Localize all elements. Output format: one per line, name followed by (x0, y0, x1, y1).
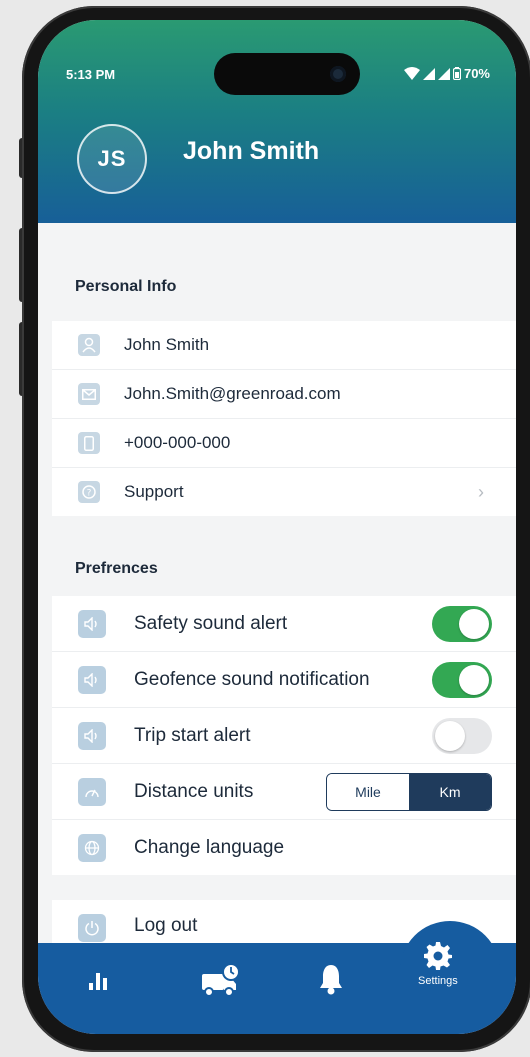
app-screen: 5:13 PM 70% JS John Smith Personal Info … (38, 20, 516, 1034)
personal-info-card: John Smith John.Smith@greenroad.com +000… (52, 321, 516, 516)
speaker-icon (78, 609, 106, 638)
pref-row-geofence-sound: Geofence sound notification (52, 652, 516, 708)
profile-header: 5:13 PM 70% JS John Smith (38, 20, 516, 223)
status-time: 5:13 PM (66, 67, 116, 82)
profile-name: John Smith (183, 137, 320, 165)
bottom-nav: Settings (38, 921, 516, 1034)
info-phone-label: +000-000-000 (124, 433, 231, 452)
preferences-title: Prefrences (75, 560, 158, 577)
pref-row-change-language[interactable]: Change language (52, 820, 516, 875)
info-row-name[interactable]: John Smith (52, 321, 516, 370)
info-email-label: John.Smith@greenroad.com (124, 384, 341, 403)
pref-distance-units-label: Distance units (134, 780, 254, 802)
logout-label: Log out (134, 915, 198, 936)
camera-icon (330, 66, 346, 82)
truck-clock-icon (202, 963, 240, 997)
toggle-knob (435, 720, 465, 751)
help-icon: ? (78, 481, 100, 503)
signal-icon (422, 67, 435, 80)
info-row-phone[interactable]: +000-000-000 (52, 419, 516, 468)
signal-icon-2 (437, 67, 450, 80)
globe-icon (78, 833, 106, 862)
speaker-icon (78, 665, 106, 694)
safety-sound-toggle[interactable] (432, 605, 492, 642)
trip-start-toggle[interactable] (432, 717, 492, 754)
wifi-icon (403, 67, 420, 80)
nav-tab-alerts[interactable] (318, 963, 344, 995)
nav-settings-label: Settings (418, 975, 458, 987)
pref-row-safety-sound: Safety sound alert (52, 596, 516, 652)
geofence-sound-toggle[interactable] (432, 661, 492, 698)
pref-geofence-sound-label: Geofence sound notification (134, 668, 370, 690)
stats-icon (89, 973, 107, 990)
toggle-knob (459, 608, 489, 639)
power-icon (78, 914, 106, 942)
pref-trip-start-label: Trip start alert (134, 724, 251, 746)
phone-icon (78, 432, 100, 454)
toggle-knob (459, 664, 489, 695)
gear-icon (423, 942, 452, 970)
user-icon (78, 334, 100, 356)
svg-text:?: ? (87, 489, 92, 499)
preferences-card: Safety sound alert Geofence sound notifi… (52, 596, 516, 875)
info-row-email[interactable]: John.Smith@greenroad.com (52, 370, 516, 419)
pref-row-trip-start: Trip start alert (52, 708, 516, 764)
info-support-label: Support (124, 482, 184, 501)
battery-percent: 70% (463, 66, 490, 81)
gauge-icon (78, 777, 106, 806)
settings-content: Personal Info John Smith John.Smith@gree… (38, 223, 516, 943)
bell-icon (320, 965, 342, 995)
dynamic-island (214, 53, 360, 95)
unit-km-option[interactable]: Km (409, 773, 491, 810)
nav-tab-settings[interactable]: Settings (418, 941, 458, 987)
pref-safety-sound-label: Safety sound alert (134, 612, 288, 634)
info-name-label: John Smith (124, 335, 210, 354)
unit-mile-option[interactable]: Mile (327, 773, 409, 810)
personal-info-title: Personal Info (75, 278, 177, 295)
speaker-icon (78, 721, 106, 750)
pref-change-language-label: Change language (134, 836, 285, 858)
info-row-support[interactable]: ? Support › (52, 468, 516, 516)
distance-units-selector: Mile Km (326, 772, 492, 811)
battery-icon (452, 67, 461, 80)
avatar-initials: JS (97, 146, 127, 171)
nav-tab-stats[interactable] (88, 967, 108, 991)
status-icons: 70% (403, 66, 490, 81)
avatar[interactable]: JS (77, 124, 147, 194)
mail-icon (78, 383, 100, 405)
chevron-right-icon: › (478, 481, 484, 502)
nav-tab-trips[interactable] (200, 962, 242, 998)
pref-row-distance-units: Distance units Mile Km (52, 764, 516, 820)
